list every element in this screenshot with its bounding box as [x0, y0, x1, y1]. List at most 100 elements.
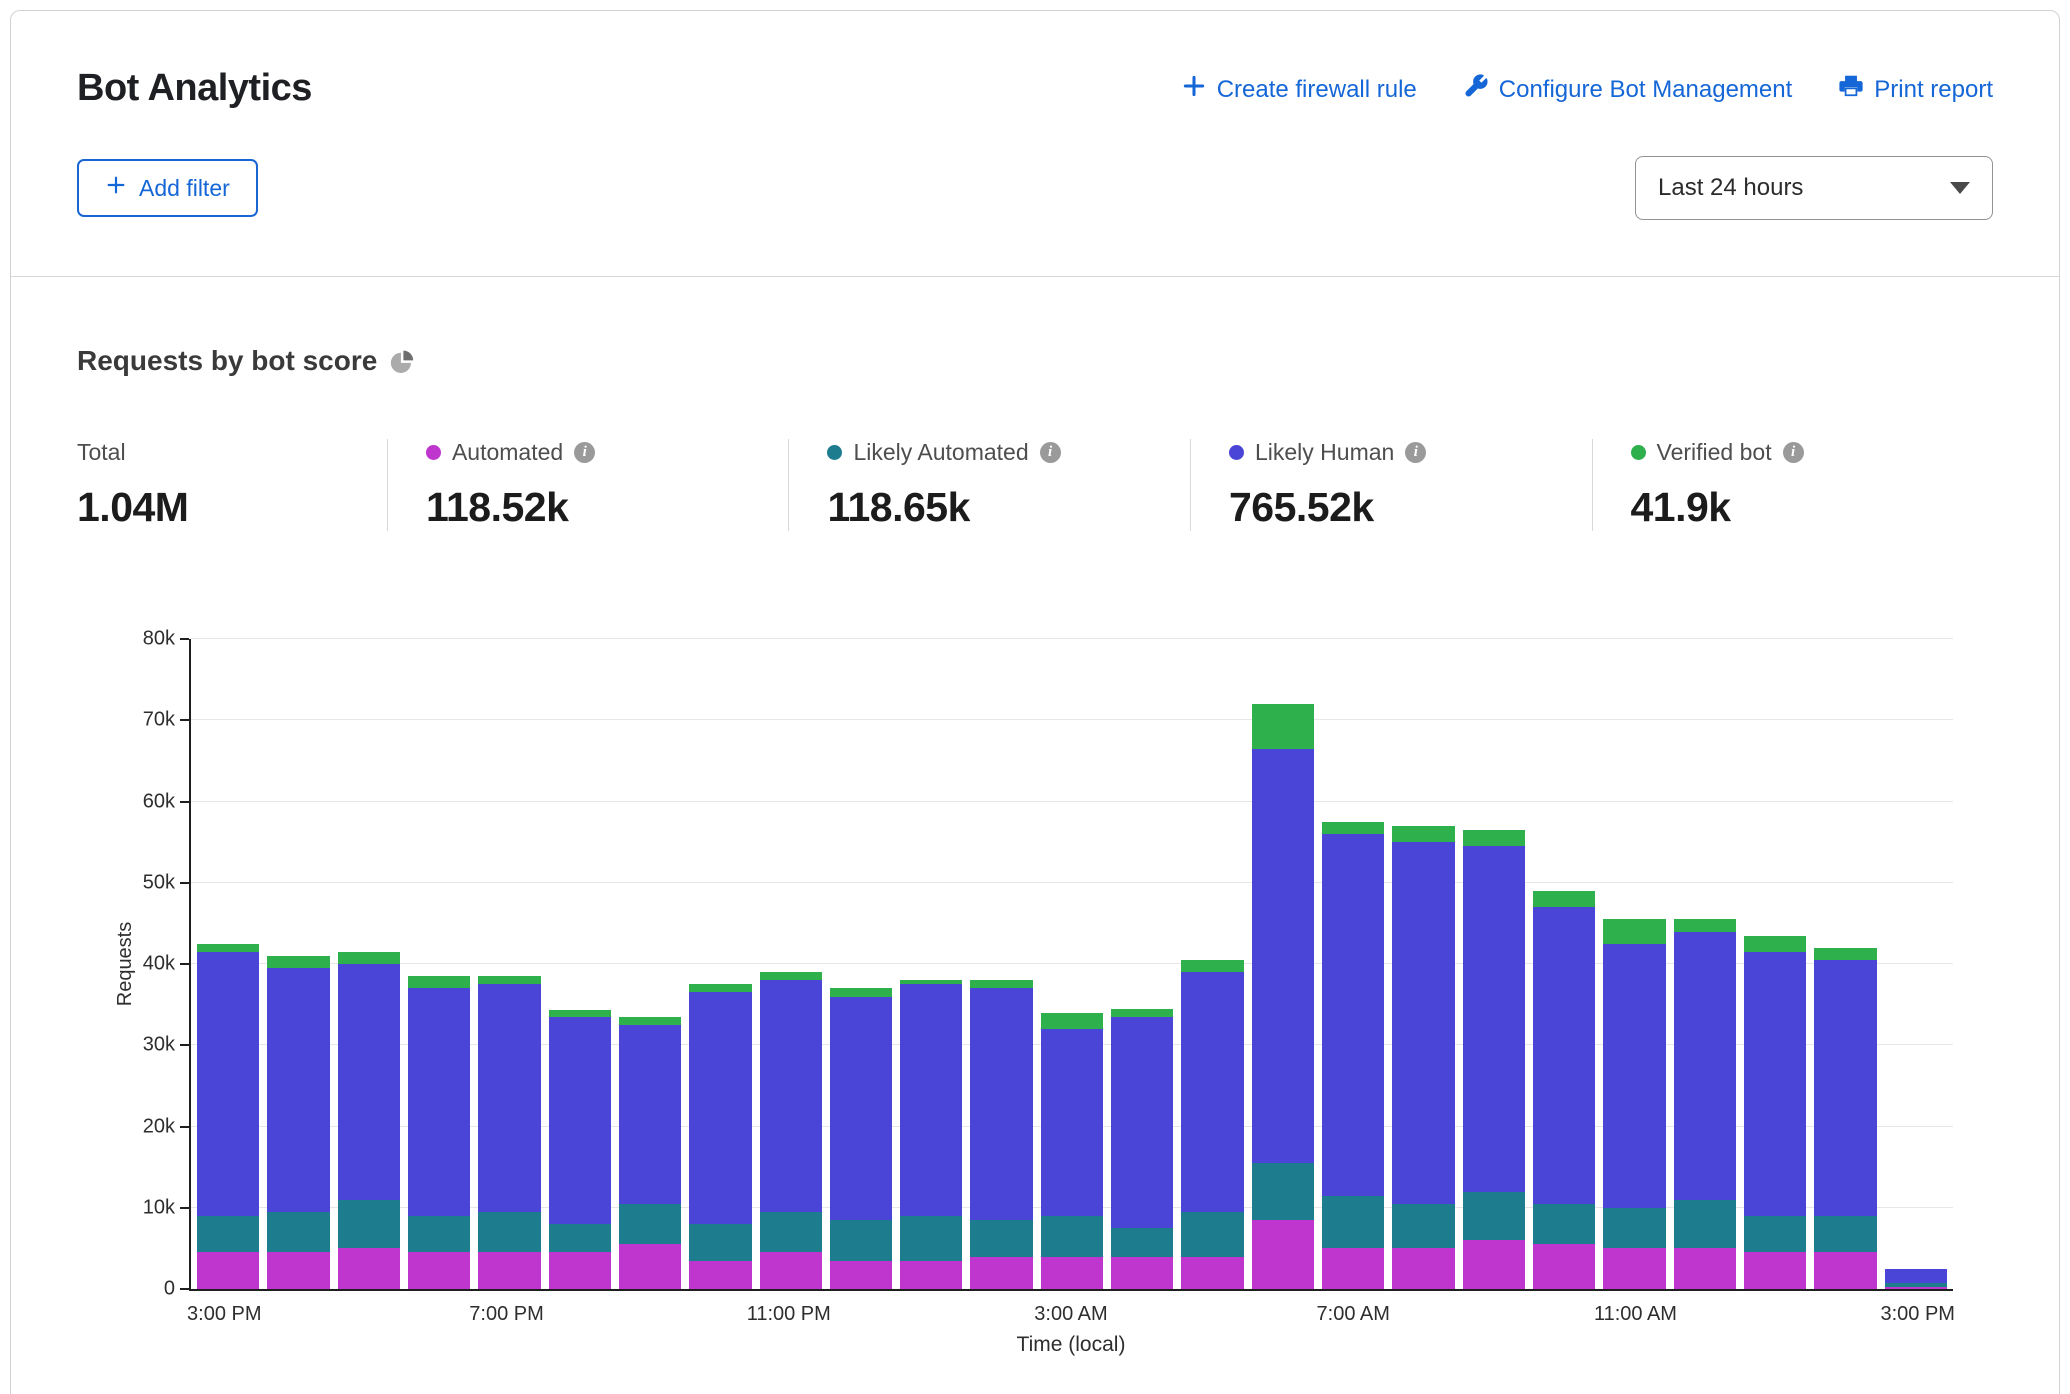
bar-segment-automated[interactable] [338, 1248, 400, 1289]
bar-11:00 AM[interactable] [1603, 639, 1665, 1289]
bar-segment-verified-bot[interactable] [830, 988, 892, 996]
bar-segment-likely-human[interactable] [1463, 846, 1525, 1191]
bar-segment-likely-human[interactable] [549, 1017, 611, 1224]
bar-segment-likely-human[interactable] [1041, 1029, 1103, 1216]
bar-4:00 AM[interactable] [1111, 639, 1173, 1289]
bar-segment-likely-automated[interactable] [760, 1212, 822, 1253]
bar-segment-likely-automated[interactable] [1041, 1216, 1103, 1257]
bar-5:00 PM[interactable] [338, 639, 400, 1289]
bar-segment-verified-bot[interactable] [689, 984, 751, 992]
bar-segment-likely-human[interactable] [1744, 952, 1806, 1216]
bar-segment-verified-bot[interactable] [1463, 830, 1525, 846]
bar-segment-verified-bot[interactable] [1041, 1013, 1103, 1029]
bar-segment-automated[interactable] [1814, 1252, 1876, 1289]
bar-segment-likely-automated[interactable] [197, 1216, 259, 1253]
bar-segment-automated[interactable] [619, 1244, 681, 1289]
bar-segment-likely-automated[interactable] [338, 1200, 400, 1249]
bar-9:00 PM[interactable] [619, 639, 681, 1289]
bar-1:00 PM[interactable] [1744, 639, 1806, 1289]
bar-4:00 PM[interactable] [267, 639, 329, 1289]
bar-segment-automated[interactable] [1041, 1257, 1103, 1290]
bar-segment-likely-automated[interactable] [1814, 1216, 1876, 1253]
bar-segment-automated[interactable] [1603, 1248, 1665, 1289]
bar-segment-automated[interactable] [1322, 1248, 1384, 1289]
bar-segment-likely-automated[interactable] [1392, 1204, 1454, 1249]
bar-10:00 AM[interactable] [1533, 639, 1595, 1289]
bar-segment-likely-human[interactable] [619, 1025, 681, 1204]
bar-segment-verified-bot[interactable] [1603, 919, 1665, 943]
configure-bot-management-link[interactable]: Configure Bot Management [1463, 73, 1793, 106]
bar-segment-likely-automated[interactable] [1252, 1163, 1314, 1220]
bar-5:00 AM[interactable] [1181, 639, 1243, 1289]
bar-segment-verified-bot[interactable] [267, 956, 329, 968]
bar-segment-likely-human[interactable] [478, 984, 540, 1212]
add-filter-button[interactable]: Add filter [77, 159, 258, 217]
bar-segment-verified-bot[interactable] [1533, 891, 1595, 907]
bar-segment-automated[interactable] [689, 1261, 751, 1289]
bar-12:00 PM[interactable] [1674, 639, 1736, 1289]
bar-segment-likely-human[interactable] [970, 988, 1032, 1220]
bar-segment-likely-automated[interactable] [1322, 1196, 1384, 1249]
time-range-select[interactable]: Last 24 hours [1635, 156, 1993, 220]
bar-segment-likely-automated[interactable] [408, 1216, 470, 1253]
bar-segment-verified-bot[interactable] [1252, 704, 1314, 749]
create-firewall-rule-link[interactable]: Create firewall rule [1181, 73, 1417, 106]
bar-segment-automated[interactable] [1392, 1248, 1454, 1289]
bar-7:00 PM[interactable] [478, 639, 540, 1289]
bar-segment-automated[interactable] [1252, 1220, 1314, 1289]
bar-segment-likely-automated[interactable] [900, 1216, 962, 1261]
bar-segment-automated[interactable] [1885, 1287, 1947, 1289]
bar-2:00 AM[interactable] [970, 639, 1032, 1289]
bar-segment-automated[interactable] [1744, 1252, 1806, 1289]
bar-segment-likely-human[interactable] [267, 968, 329, 1212]
bar-segment-verified-bot[interactable] [478, 976, 540, 984]
bar-11:00 PM[interactable] [760, 639, 822, 1289]
bar-segment-automated[interactable] [1533, 1244, 1595, 1289]
bar-segment-likely-automated[interactable] [1181, 1212, 1243, 1257]
bar-8:00 AM[interactable] [1392, 639, 1454, 1289]
bar-segment-likely-automated[interactable] [1111, 1228, 1173, 1256]
info-icon[interactable] [1783, 442, 1804, 463]
bar-segment-likely-automated[interactable] [267, 1212, 329, 1253]
bar-3:00 PM[interactable] [197, 639, 259, 1289]
bar-segment-automated[interactable] [1674, 1248, 1736, 1289]
bar-segment-likely-automated[interactable] [1533, 1204, 1595, 1245]
bar-segment-verified-bot[interactable] [408, 976, 470, 988]
bar-segment-likely-human[interactable] [1603, 944, 1665, 1208]
bar-segment-automated[interactable] [408, 1252, 470, 1289]
bar-segment-likely-automated[interactable] [689, 1224, 751, 1261]
bar-segment-likely-human[interactable] [1252, 749, 1314, 1163]
bar-6:00 AM[interactable] [1252, 639, 1314, 1289]
bar-segment-verified-bot[interactable] [619, 1017, 681, 1025]
bar-2:00 PM[interactable] [1814, 639, 1876, 1289]
bar-segment-likely-human[interactable] [197, 952, 259, 1216]
bar-segment-verified-bot[interactable] [1814, 948, 1876, 960]
bar-6:00 PM[interactable] [408, 639, 470, 1289]
bar-segment-likely-human[interactable] [1533, 907, 1595, 1204]
bar-1:00 AM[interactable] [900, 639, 962, 1289]
bar-segment-automated[interactable] [1111, 1257, 1173, 1290]
bar-segment-automated[interactable] [830, 1261, 892, 1289]
bar-segment-automated[interactable] [970, 1257, 1032, 1290]
bar-segment-likely-human[interactable] [689, 992, 751, 1224]
bar-segment-likely-automated[interactable] [1603, 1208, 1665, 1249]
info-icon[interactable] [1405, 442, 1426, 463]
bar-segment-likely-human[interactable] [1322, 834, 1384, 1196]
bar-segment-automated[interactable] [1463, 1240, 1525, 1289]
bar-segment-likely-automated[interactable] [1744, 1216, 1806, 1253]
bar-segment-likely-automated[interactable] [1674, 1200, 1736, 1249]
bar-segment-likely-automated[interactable] [478, 1212, 540, 1253]
bar-segment-automated[interactable] [900, 1261, 962, 1289]
bar-segment-likely-automated[interactable] [830, 1220, 892, 1261]
bar-segment-verified-bot[interactable] [197, 944, 259, 952]
info-icon[interactable] [1040, 442, 1061, 463]
bar-7:00 AM[interactable] [1322, 639, 1384, 1289]
bar-segment-verified-bot[interactable] [1674, 919, 1736, 931]
bar-segment-likely-human[interactable] [338, 964, 400, 1200]
bar-segment-automated[interactable] [1181, 1257, 1243, 1290]
bar-segment-likely-human[interactable] [1674, 932, 1736, 1200]
bar-8:00 PM[interactable] [549, 639, 611, 1289]
bar-segment-verified-bot[interactable] [1322, 822, 1384, 834]
bar-segment-likely-human[interactable] [408, 988, 470, 1216]
bar-segment-verified-bot[interactable] [1111, 1009, 1173, 1017]
